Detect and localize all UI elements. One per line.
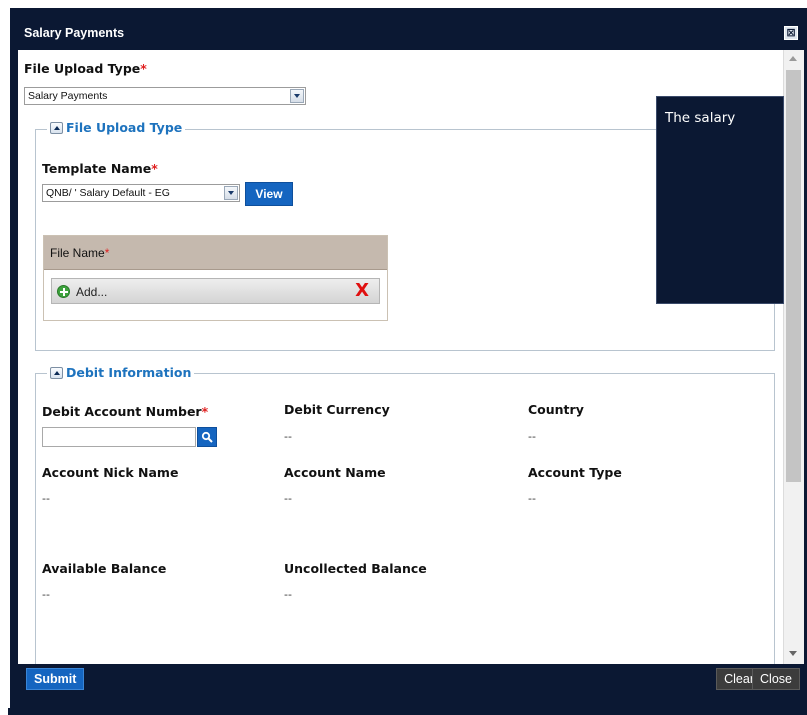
account-type-label: Account Type (528, 465, 622, 480)
template-name-label: Template Name* (42, 161, 158, 176)
uncollected-balance-value: -- (284, 588, 292, 601)
account-type-value: -- (528, 492, 536, 505)
debit-account-label: Debit Account Number* (42, 404, 209, 419)
required-marker: * (151, 161, 158, 176)
tooltip-panel: The salary (656, 96, 784, 304)
template-selected-value: QNB/ ' Salary Default - EG (46, 187, 170, 199)
dialog-title: Salary Payments (24, 26, 125, 40)
chevron-down-icon[interactable] (224, 186, 238, 200)
debit-currency-value: -- (284, 430, 292, 443)
file-name-panel: File Name* Add... X (43, 235, 388, 321)
account-name-value: -- (284, 492, 292, 505)
background-strip (8, 708, 807, 715)
file-upload-legend[interactable]: File Upload Type (47, 120, 186, 135)
view-button[interactable]: View (245, 182, 293, 206)
country-label: Country (528, 402, 584, 417)
uncollected-balance-label: Uncollected Balance (284, 561, 427, 576)
add-circle-icon[interactable] (57, 285, 70, 298)
account-name-label: Account Name (284, 465, 386, 480)
add-file-bar[interactable]: Add... X (51, 278, 380, 304)
required-marker: * (201, 404, 209, 419)
upload-type-selected-value: Salary Payments (28, 90, 108, 102)
available-balance-value: -- (42, 588, 50, 601)
required-marker: * (104, 246, 110, 260)
template-name-select[interactable]: QNB/ ' Salary Default - EG (42, 184, 240, 202)
debit-currency-label: Debit Currency (284, 402, 390, 417)
search-icon[interactable] (197, 427, 217, 447)
debit-info-legend[interactable]: Debit Information (47, 365, 195, 380)
submit-button[interactable]: Submit (26, 668, 85, 690)
remove-icon[interactable]: X (355, 281, 369, 301)
upload-type-select[interactable]: Salary Payments (24, 87, 306, 105)
file-name-header: File Name* (44, 236, 387, 270)
required-marker: * (140, 61, 147, 76)
close-button[interactable]: Close (752, 668, 800, 690)
upload-type-label: File Upload Type* (24, 61, 147, 76)
tooltip-text: The salary (665, 110, 736, 126)
collapse-icon[interactable] (50, 122, 63, 134)
available-balance-label: Available Balance (42, 561, 167, 576)
close-icon[interactable]: ⊠ (784, 26, 798, 40)
add-file-button[interactable]: Add... (76, 285, 107, 299)
collapse-icon[interactable] (50, 367, 63, 379)
nick-name-label: Account Nick Name (42, 465, 179, 480)
vertical-scrollbar[interactable] (783, 50, 804, 664)
dialog-footer: Submit Clear Close (18, 664, 804, 694)
file-name-label: File Name* (50, 246, 110, 260)
dialog-titlebar: Salary Payments ⊠ (18, 14, 804, 50)
scroll-down-icon[interactable] (789, 651, 797, 656)
chevron-down-icon[interactable] (290, 89, 304, 103)
debit-account-input[interactable] (42, 427, 196, 447)
scroll-up-icon[interactable] (789, 56, 797, 61)
nick-name-value: -- (42, 492, 50, 505)
country-value: -- (528, 430, 536, 443)
scroll-thumb[interactable] (786, 70, 801, 482)
